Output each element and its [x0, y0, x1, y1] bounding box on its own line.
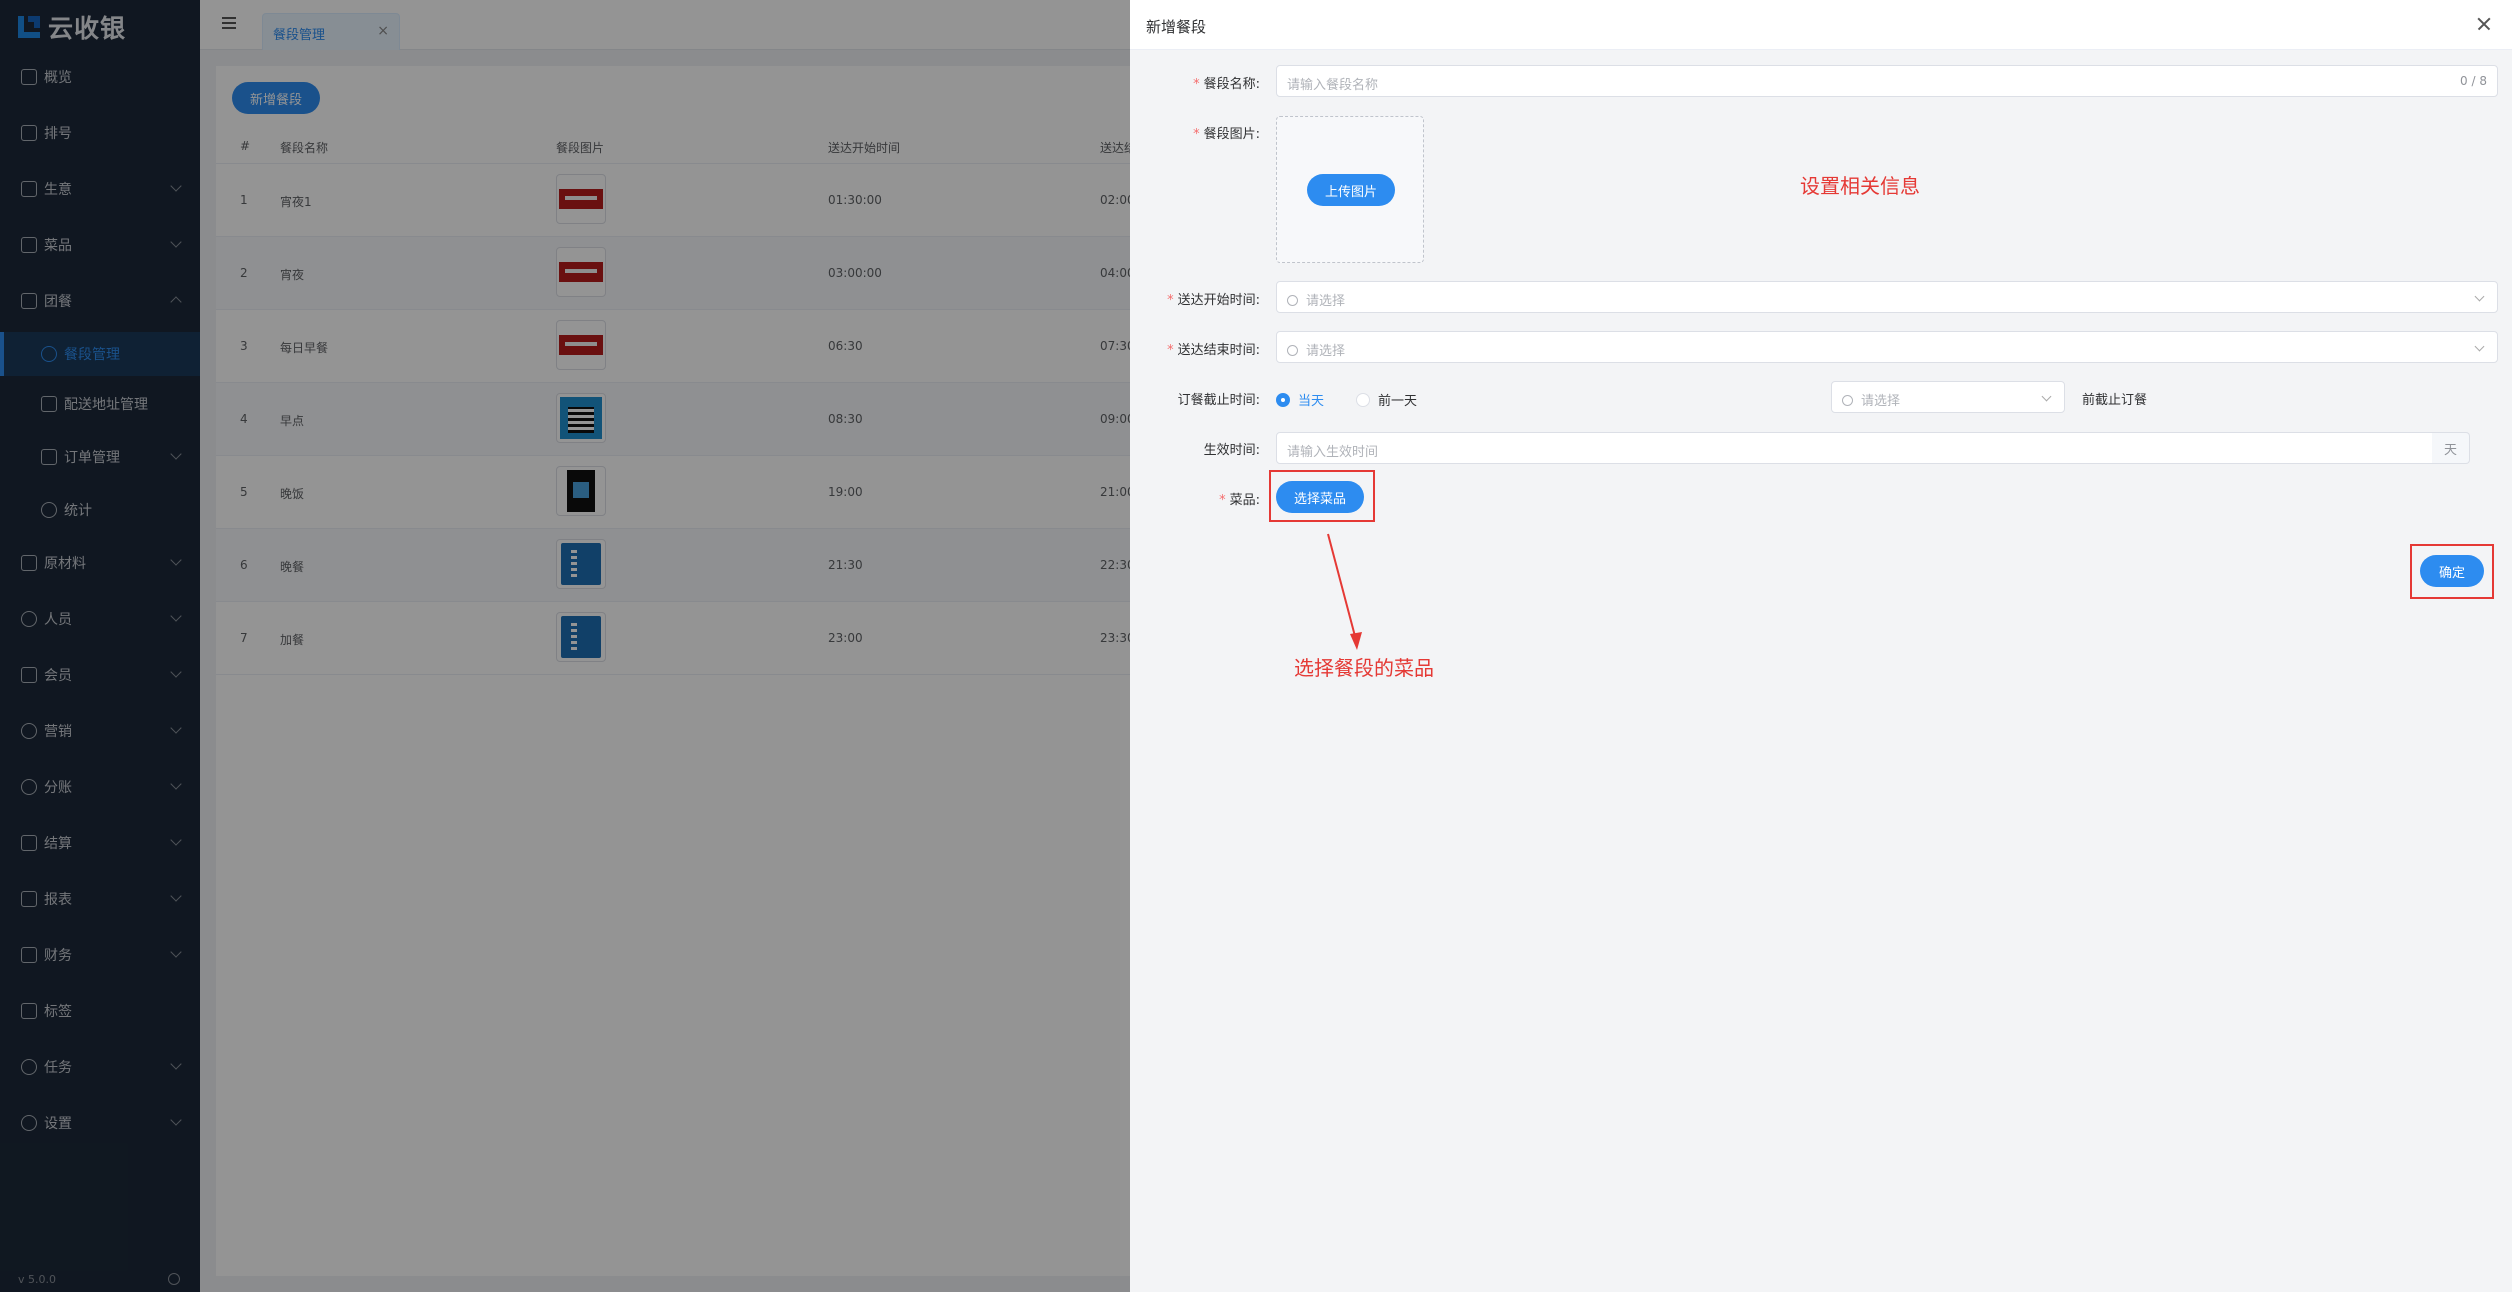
radio-dot — [1276, 392, 1290, 407]
annotation-arrow — [1327, 533, 1362, 650]
confirm-highlight-box — [2410, 544, 2494, 599]
info-annotation: 设置相关信息 — [1800, 174, 1920, 198]
day-suffix: 天 — [2432, 432, 2470, 464]
chevron-down-icon — [2041, 391, 2052, 402]
image-upload-area[interactable]: 上传图片 — [1276, 116, 1424, 263]
upload-image-button[interactable]: 上传图片 — [1307, 174, 1395, 206]
start-time-label: * 送达开始时间: — [1167, 293, 1260, 308]
char-count: 0 / 8 — [2460, 74, 2487, 88]
name-label: * 餐段名称: — [1193, 77, 1260, 92]
select-placeholder: 请选择 — [1306, 344, 1346, 359]
radio-label: 前一天 — [1378, 394, 1418, 409]
effective-time-input[interactable]: 请输入生效时间 — [1276, 432, 2433, 464]
dish-highlight-box — [1269, 470, 1375, 522]
dish-annotation: 选择餐段的菜品 — [1294, 656, 1434, 680]
cutoff-time-select[interactable]: 请选择 — [1831, 381, 2065, 413]
select-placeholder: 请选择 — [1306, 294, 1346, 309]
modal-overlay[interactable] — [0, 0, 1130, 1292]
start-time-select[interactable]: 请选择 — [1276, 281, 2498, 313]
chevron-down-icon — [2474, 341, 2485, 352]
clock-icon — [1287, 345, 1298, 356]
drawer-header: 新增餐段 — [1130, 0, 2512, 50]
cutoff-label: 订餐截止时间: — [1177, 393, 1260, 408]
end-time-label: * 送达结束时间: — [1167, 343, 1260, 358]
radio-dot — [1356, 392, 1370, 407]
effective-label: 生效时间: — [1203, 443, 1260, 458]
radio-label: 当天 — [1298, 394, 1325, 409]
close-icon[interactable] — [2472, 12, 2496, 36]
cutoff-suffix: 前截止订餐 — [2082, 393, 2148, 408]
chevron-down-icon — [2474, 291, 2485, 302]
input-placeholder: 请输入餐段名称 — [1287, 78, 1379, 93]
clock-icon — [1287, 295, 1298, 306]
radio-today[interactable]: 当天 — [1276, 390, 1324, 409]
clock-icon — [1842, 395, 1853, 406]
dish-label: * 菜品: — [1219, 493, 1260, 508]
select-placeholder: 请选择 — [1861, 394, 1901, 409]
end-time-select[interactable]: 请选择 — [1276, 331, 2498, 363]
meal-name-input[interactable]: 请输入餐段名称 0 / 8 — [1276, 65, 2498, 97]
image-label: * 餐段图片: — [1193, 127, 1260, 142]
radio-previous-day[interactable]: 前一天 — [1356, 390, 1417, 409]
drawer-title: 新增餐段 — [1146, 18, 1207, 36]
input-placeholder: 请输入生效时间 — [1287, 445, 1379, 460]
